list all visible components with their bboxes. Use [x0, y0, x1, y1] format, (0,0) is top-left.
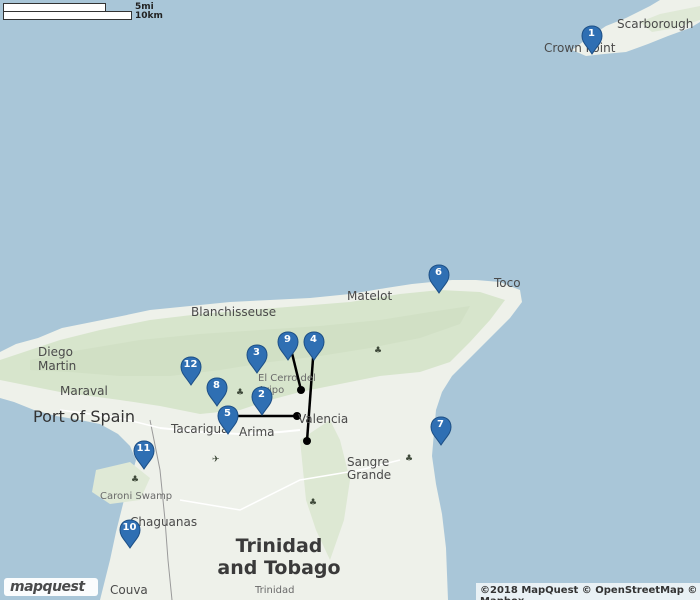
map-marker-12[interactable]: 12: [180, 356, 202, 386]
map-canvas[interactable]: ♣ ♣ ♣ ♣ ♣ ✈ Scarborough Crown Point Toco…: [0, 0, 700, 600]
marker-number: 8: [213, 380, 220, 391]
label-couva: Couva: [110, 583, 148, 597]
marker-number: 6: [435, 267, 442, 278]
label-maraval: Maraval: [60, 384, 108, 398]
label-toco: Toco: [494, 276, 521, 290]
park-tree-icon: ♣: [405, 454, 414, 464]
marker-number: 9: [284, 334, 291, 345]
marker-number: 11: [136, 443, 151, 454]
park-tree-icon: ♣: [374, 346, 383, 356]
label-crown-point: Crown Point: [544, 41, 616, 55]
map-marker-10[interactable]: 10: [119, 519, 141, 549]
marker-number: 7: [437, 419, 444, 430]
label-caroni-swamp: Caroni Swamp: [100, 491, 173, 502]
label-diego-martin: Diego Martin: [38, 345, 77, 373]
label-scarborough: Scarborough: [617, 17, 694, 31]
map-marker-8[interactable]: 8: [206, 377, 228, 407]
label-port-of-spain: Port of Spain: [33, 407, 136, 426]
marker-number: 4: [310, 334, 317, 345]
label-trinidad: Trinidad: [255, 585, 295, 596]
label-blanchisseuse: Blanchisseuse: [191, 305, 277, 319]
marker-number: 3: [253, 347, 260, 358]
map-marker-4[interactable]: 4: [303, 331, 325, 361]
map-marker-11[interactable]: 11: [133, 440, 155, 470]
label-country: Trinidad and Tobago: [217, 535, 341, 579]
scale-bar-km: [3, 11, 132, 20]
park-tree-icon: ♣: [131, 475, 140, 485]
map-marker-7[interactable]: 7: [430, 416, 452, 446]
marker-number: 10: [122, 522, 137, 533]
map-marker-9[interactable]: 9: [277, 331, 299, 361]
park-tree-icon: ♣: [309, 498, 318, 508]
attribution-text: ©2018 MapQuest © OpenStreetMap © Mapbox: [480, 585, 698, 600]
map-marker-5[interactable]: 5: [217, 405, 239, 435]
park-tree-icon: ♣: [236, 388, 245, 398]
label-sangre-grande: Sangre Grande: [347, 455, 392, 482]
label-matelot: Matelot: [347, 289, 393, 303]
logo-text: mapquest: [10, 579, 85, 595]
marker-number: 1: [588, 28, 595, 39]
map-marker-3[interactable]: 3: [246, 344, 268, 374]
marker-number: 5: [224, 408, 231, 419]
map-marker-1[interactable]: 1: [581, 25, 603, 55]
marker-number: 2: [258, 389, 265, 400]
marker-number: 12: [183, 359, 198, 370]
mapquest-logo[interactable]: mapquest: [4, 578, 98, 596]
map-marker-6[interactable]: 6: [428, 264, 450, 294]
scale-km-label: 10km: [135, 11, 163, 21]
map-attribution: ©2018 MapQuest © OpenStreetMap © Mapbox: [476, 583, 700, 600]
scale-bar: 5mi 10km: [3, 2, 168, 24]
map-marker-2[interactable]: 2: [251, 386, 273, 416]
label-valencia: Valencia: [298, 412, 349, 426]
label-arima: Arima: [239, 425, 275, 439]
airport-icon: ✈: [212, 455, 220, 465]
